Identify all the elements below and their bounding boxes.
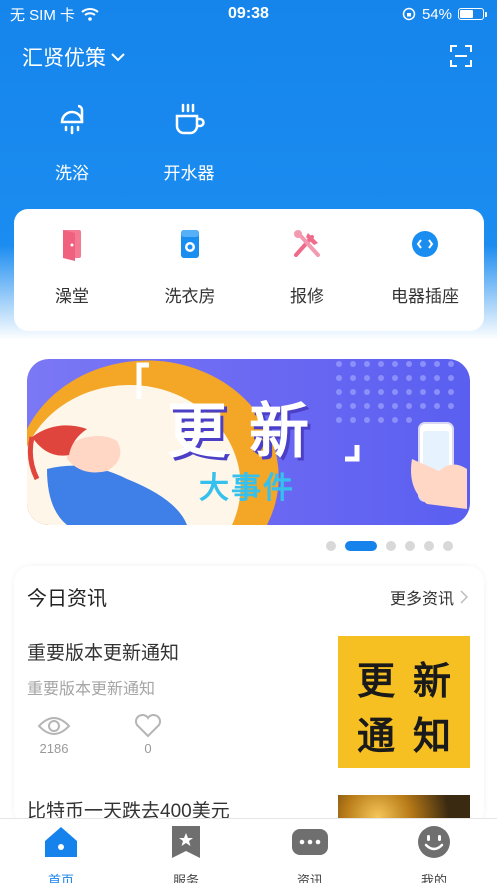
battery-percent: 54% <box>421 5 452 23</box>
carousel-dot[interactable] <box>424 541 434 551</box>
tab-service-label: 服务 <box>172 873 199 883</box>
quick-shower[interactable]: 洗浴 <box>24 100 120 184</box>
tab-mine[interactable]: 我的 <box>389 825 479 883</box>
tab-news-label: 资讯 <box>296 873 323 883</box>
wifi-icon <box>81 8 99 21</box>
service-repair-label: 报修 <box>290 287 324 306</box>
promo-banner[interactable]: 更新 大事件 <box>27 359 470 525</box>
tab-home-label: 首页 <box>47 873 74 883</box>
news-item-title[interactable]: 重要版本更新通知 <box>27 638 179 665</box>
likes-count: 0 <box>144 741 152 756</box>
service-outlet[interactable]: 电器插座 <box>370 227 480 307</box>
carousel-dot[interactable] <box>405 541 415 551</box>
socket-icon <box>412 231 438 257</box>
campus-name: 汇贤优策 <box>22 47 106 70</box>
tab-mine-label: 我的 <box>420 873 447 883</box>
eye-icon <box>37 717 71 735</box>
carousel-dot-active[interactable] <box>345 541 377 551</box>
banner-title: 更新 <box>167 398 331 465</box>
like-button[interactable]: 0 <box>128 713 168 756</box>
tab-news[interactable]: 资讯 <box>265 825 355 883</box>
home-icon <box>45 827 77 857</box>
tab-home[interactable]: 首页 <box>16 825 106 883</box>
heart-icon <box>134 713 162 738</box>
service-laundry-label: 洗衣房 <box>164 287 216 306</box>
carousel-dot[interactable] <box>326 541 336 551</box>
service-bathhouse-label: 澡堂 <box>55 287 89 306</box>
tab-service[interactable]: 服务 <box>141 825 231 883</box>
news-more-link[interactable]: 更多资讯 <box>390 585 468 609</box>
news-item-thumbnail[interactable]: 更 新 通 知 <box>338 636 470 768</box>
status-time: 09:38 <box>228 5 269 22</box>
carousel-dot[interactable] <box>386 541 396 551</box>
service-repair[interactable]: 报修 <box>252 227 362 307</box>
carousel-indicator <box>326 541 453 551</box>
quick-water-heater-label: 开水器 <box>163 164 215 183</box>
news-heading: 今日资讯 <box>27 588 107 610</box>
thumb-char: 知 <box>412 716 451 758</box>
carrier-label: 无 SIM 卡 <box>10 6 76 24</box>
chat-icon <box>292 829 328 855</box>
banner-subtitle: 大事件 <box>199 472 295 505</box>
bookmark-icon <box>172 826 200 858</box>
orientation-lock-icon <box>402 7 416 21</box>
scan-icon[interactable] <box>449 44 473 68</box>
chevron-down-icon <box>111 53 125 62</box>
smiley-icon <box>418 826 450 858</box>
views-count: 2186 <box>39 741 69 756</box>
service-outlet-label: 电器插座 <box>391 287 459 306</box>
campus-selector[interactable]: 汇贤优策 <box>22 42 126 72</box>
status-bar: 无 SIM 卡 09:38 54% <box>0 0 497 28</box>
battery-tip <box>485 11 487 17</box>
battery-icon <box>458 8 484 20</box>
quick-water-heater[interactable]: 开水器 <box>141 100 237 184</box>
door-icon <box>63 230 81 261</box>
service-laundry[interactable]: 洗衣房 <box>135 227 245 307</box>
service-bathhouse[interactable]: 澡堂 <box>17 227 127 307</box>
tools-icon <box>294 230 320 257</box>
quick-shower-label: 洗浴 <box>55 164 89 183</box>
news-more-label: 更多资讯 <box>389 591 454 608</box>
chevron-right-icon <box>460 590 468 604</box>
carousel-dot[interactable] <box>443 541 453 551</box>
views-stat: 2186 <box>34 714 74 756</box>
thumb-char: 更 <box>356 661 395 703</box>
services-card: 澡堂 洗衣房 报修 电器插座 <box>14 209 484 331</box>
thumb-char: 新 <box>412 661 451 703</box>
tab-bar: 首页 服务 资讯 我的 <box>0 818 497 883</box>
news-item-subtitle: 重要版本更新通知 <box>27 681 156 698</box>
top-nav: 汇贤优策 <box>0 38 497 74</box>
cup-icon <box>175 103 205 135</box>
washing-machine-icon <box>181 230 199 258</box>
shower-icon <box>60 104 84 135</box>
thumb-char: 通 <box>356 716 395 758</box>
